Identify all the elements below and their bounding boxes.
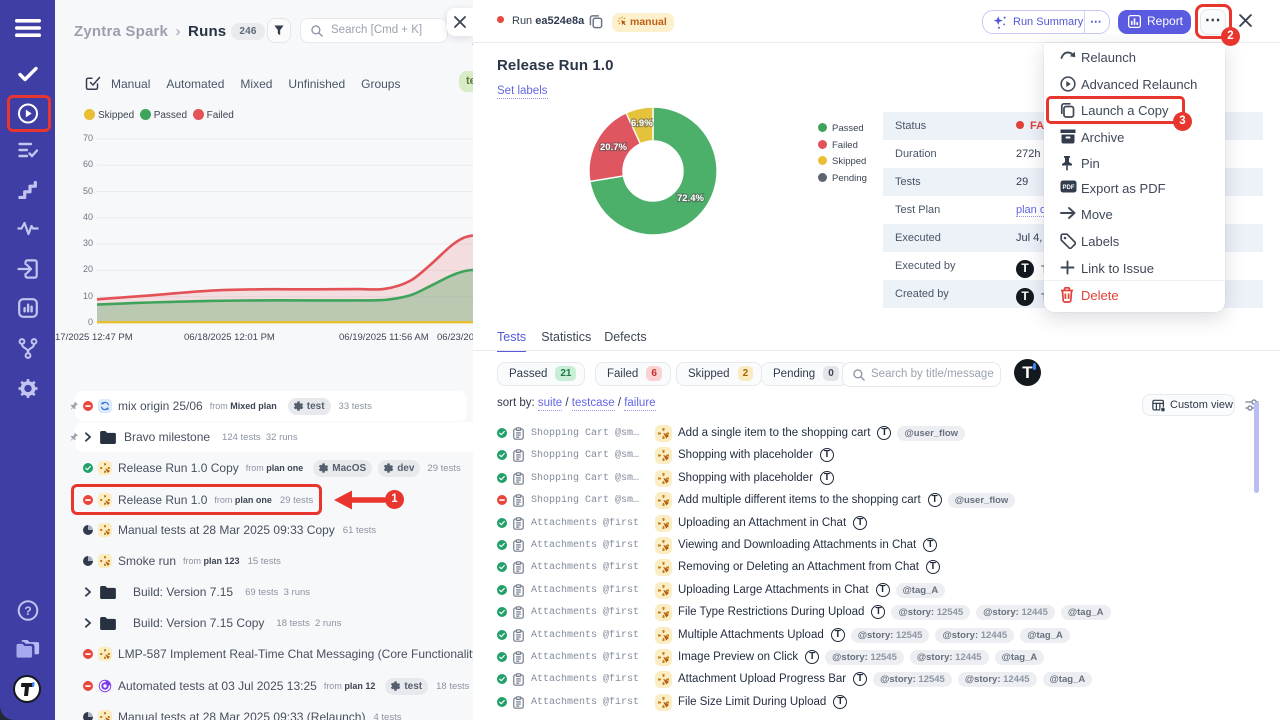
svg-text:20.7%: 20.7% <box>600 142 627 153</box>
svg-text:72.4%: 72.4% <box>677 193 704 204</box>
svg-text:?: ? <box>24 604 31 618</box>
svg-text:6.9%: 6.9% <box>631 118 653 129</box>
svg-text:PDF: PDF <box>1063 185 1075 191</box>
